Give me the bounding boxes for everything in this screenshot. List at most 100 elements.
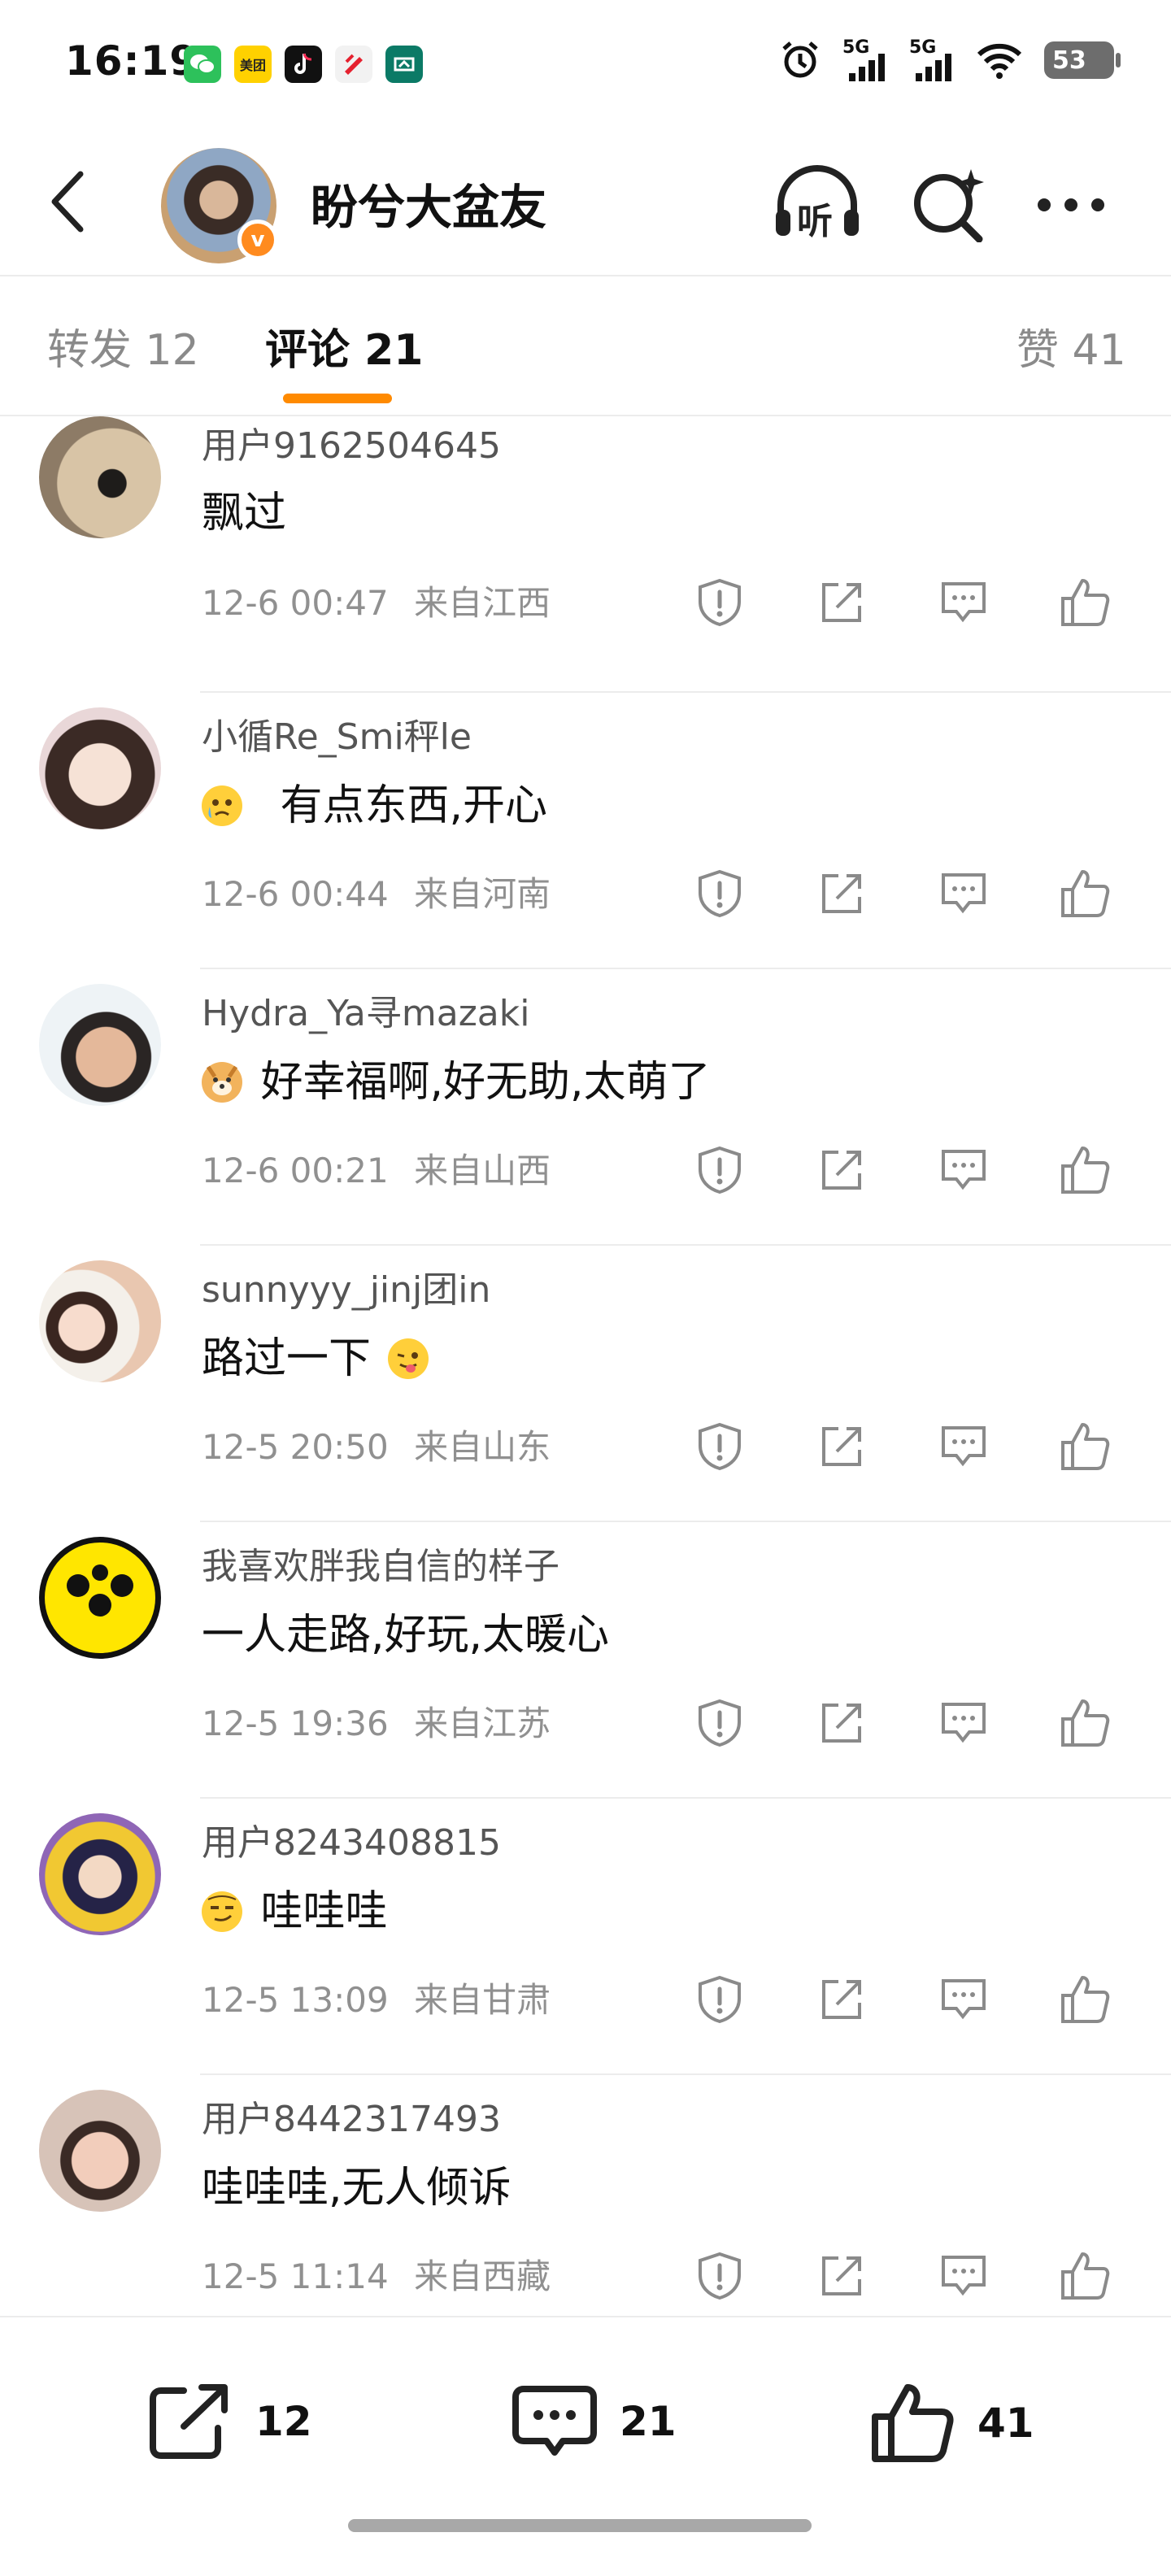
like-button[interactable] bbox=[1057, 1695, 1114, 1751]
listen-label: 听 bbox=[797, 201, 833, 242]
red-app-icon bbox=[335, 46, 372, 83]
comment-item: 用户9162504645 飘过 12-6 00:47 来自江西 bbox=[0, 416, 1171, 693]
share-button[interactable] bbox=[813, 1695, 870, 1751]
thumbs-up-icon bbox=[1061, 870, 1110, 917]
report-button[interactable] bbox=[691, 2247, 748, 2304]
report-shield-icon bbox=[699, 578, 741, 627]
reply-button[interactable] bbox=[935, 1971, 992, 2028]
search-button[interactable] bbox=[909, 164, 987, 243]
tiktok-icon bbox=[285, 46, 322, 83]
comment-meta: 12-6 00:47 来自江西 bbox=[202, 576, 551, 625]
like-button[interactable] bbox=[1057, 574, 1114, 631]
tab-comments[interactable]: 评论 21 bbox=[265, 315, 423, 376]
comment-text: 有点东西,开心 bbox=[202, 771, 547, 832]
share-icon bbox=[822, 583, 861, 622]
share-button[interactable] bbox=[813, 1418, 870, 1475]
like-button[interactable] bbox=[1057, 2247, 1114, 2304]
comment-text: 好幸福啊,好无助,太萌了 bbox=[202, 1047, 711, 1108]
comment-text-content: 路过一下 bbox=[202, 1334, 372, 1383]
tab-likes[interactable]: 赞 41 bbox=[1016, 315, 1126, 376]
comment-bubble-icon bbox=[942, 2256, 986, 2296]
alarm-icon bbox=[782, 41, 818, 78]
comment-actions bbox=[691, 1418, 1130, 1483]
meituan-icon: 美团 bbox=[234, 46, 272, 83]
commenter-name[interactable]: 用户8442317493 bbox=[202, 2090, 501, 2142]
comment-text: 一人走路,好玩,太暖心 bbox=[202, 1611, 610, 1660]
thumbs-up-icon bbox=[1061, 1147, 1110, 1194]
thumbs-up-icon bbox=[1061, 1699, 1110, 1747]
report-button[interactable] bbox=[691, 1695, 748, 1751]
listen-button[interactable]: 听 bbox=[773, 163, 862, 244]
commenter-avatar[interactable] bbox=[39, 1260, 161, 1382]
commenter-avatar[interactable] bbox=[39, 2090, 161, 2212]
commenter-avatar[interactable] bbox=[39, 1537, 161, 1659]
comment-location: 来自江西 bbox=[414, 583, 551, 623]
share-button[interactable] bbox=[813, 574, 870, 631]
comment-location: 来自河南 bbox=[414, 874, 551, 914]
share-icon bbox=[822, 874, 861, 913]
like-button[interactable] bbox=[1057, 1971, 1114, 2028]
share-icon bbox=[822, 1704, 861, 1743]
reply-button[interactable] bbox=[935, 574, 992, 631]
report-button[interactable] bbox=[691, 1142, 748, 1199]
commenter-name[interactable]: 小循Re_Smi秤le bbox=[202, 707, 472, 759]
reply-button[interactable] bbox=[935, 1695, 992, 1751]
like-button[interactable] bbox=[1057, 1142, 1114, 1199]
report-button[interactable] bbox=[691, 1971, 748, 2028]
home-indicator[interactable] bbox=[348, 2519, 812, 2532]
like-button[interactable] bbox=[1057, 865, 1114, 922]
share-button[interactable] bbox=[813, 2247, 870, 2304]
commenter-avatar[interactable] bbox=[39, 1813, 161, 1935]
report-button[interactable] bbox=[691, 1418, 748, 1475]
comment-bubble-icon bbox=[942, 873, 986, 914]
report-button[interactable] bbox=[691, 865, 748, 922]
commenter-name[interactable]: 用户9162504645 bbox=[202, 416, 501, 468]
share-button[interactable] bbox=[813, 865, 870, 922]
tab-repost[interactable]: 转发 12 bbox=[47, 315, 199, 376]
commenter-name[interactable]: 用户8243408815 bbox=[202, 1813, 501, 1865]
comment-item: sunnyyy_jinj团in 路过一下 12-5 20:50 来自山东 bbox=[0, 1246, 1171, 1522]
like-button[interactable] bbox=[1057, 1418, 1114, 1475]
doge-icon bbox=[202, 1062, 242, 1103]
reply-button[interactable] bbox=[935, 1418, 992, 1475]
more-button[interactable] bbox=[1034, 172, 1108, 237]
comment-meta: 12-6 00:21 来自山西 bbox=[202, 1143, 551, 1193]
comment-location: 来自山西 bbox=[414, 1151, 551, 1190]
share-button[interactable] bbox=[813, 1971, 870, 2028]
comment-time: 12-5 13:09 bbox=[202, 1980, 389, 2020]
back-button[interactable] bbox=[36, 169, 101, 234]
commenter-name[interactable]: 我喜欢胖我自信的样子 bbox=[202, 1537, 559, 1589]
report-button[interactable] bbox=[691, 574, 748, 631]
comment-actions bbox=[691, 865, 1130, 930]
commenter-avatar[interactable] bbox=[39, 416, 161, 538]
reply-button[interactable] bbox=[935, 2247, 992, 2304]
comment-actions bbox=[691, 1142, 1130, 1207]
comment-text: 路过一下 bbox=[202, 1324, 433, 1385]
comment-time: 12-6 00:44 bbox=[202, 874, 389, 914]
comment-time: 12-5 20:50 bbox=[202, 1427, 389, 1467]
reply-button[interactable] bbox=[935, 1142, 992, 1199]
comment-bubble-icon bbox=[942, 1426, 986, 1467]
like-action[interactable]: 41 bbox=[870, 2382, 1034, 2464]
comment-meta: 12-5 19:36 来自江苏 bbox=[202, 1696, 551, 1746]
comment-list: 用户9162504645 飘过 12-6 00:47 来自江西 小循Re_Smi… bbox=[0, 416, 1171, 2352]
repost-action[interactable]: 12 bbox=[148, 2382, 312, 2461]
comment-meta: 12-5 11:14 来自西藏 bbox=[202, 2249, 551, 2299]
comment-meta: 12-6 00:44 来自河南 bbox=[202, 867, 551, 916]
commenter-name[interactable]: Hydra_Ya寻mazaki bbox=[202, 984, 529, 1036]
tab-bar: 转发 12 评论 21 赞 41 bbox=[0, 276, 1171, 416]
comment-action[interactable]: 21 bbox=[512, 2382, 677, 2461]
comment-actions bbox=[691, 1971, 1130, 2036]
thumbs-up-icon bbox=[1061, 1976, 1110, 2023]
share-button[interactable] bbox=[813, 1142, 870, 1199]
commenter-avatar[interactable] bbox=[39, 707, 161, 829]
comment-item: 用户8442317493 哇哇哇,无人倾诉 12-5 11:14 来自西藏 bbox=[0, 2075, 1171, 2352]
report-shield-icon bbox=[699, 2252, 741, 2300]
report-shield-icon bbox=[699, 1699, 741, 1747]
reply-button[interactable] bbox=[935, 865, 992, 922]
commenter-avatar[interactable] bbox=[39, 984, 161, 1106]
commenter-name[interactable]: sunnyyy_jinj团in bbox=[202, 1260, 490, 1312]
report-shield-icon bbox=[699, 869, 741, 918]
comment-location: 来自山东 bbox=[414, 1427, 551, 1467]
crying-face-icon bbox=[202, 785, 242, 826]
